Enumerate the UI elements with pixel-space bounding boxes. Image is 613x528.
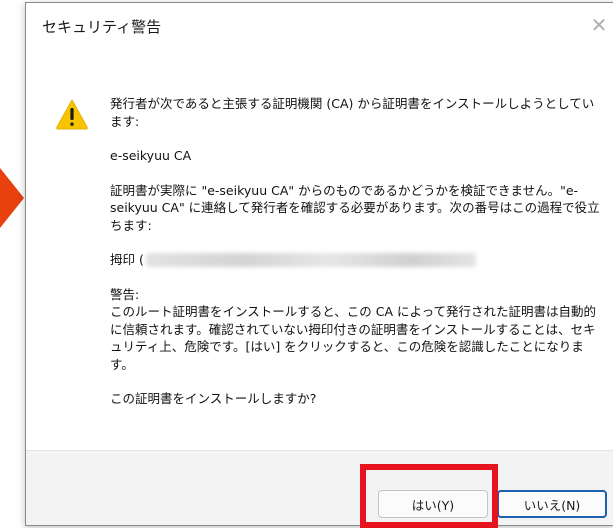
title-bar[interactable]: セキュリティ警告 ✕ (26, 3, 613, 47)
warning-body: このルート証明書をインストールすると、この CA によって発行された証明書は自動… (110, 304, 596, 372)
message-body: 発行者が次であると主張する証明機関 (CA) から証明書をインストールしようとし… (110, 95, 600, 408)
intro-text: 発行者が次であると主張する証明機関 (CA) から証明書をインストールしようとし… (110, 96, 595, 129)
thumbprint-redacted (145, 252, 476, 267)
window-title: セキュリティ警告 (42, 18, 162, 36)
red-arrow-annotation (0, 168, 24, 228)
red-highlight-box (360, 464, 498, 528)
thumbprint-row: 拇印 ( (110, 251, 600, 269)
install-question: この証明書をインストールしますか? (110, 391, 317, 406)
no-button[interactable]: いいえ(N) (497, 490, 607, 518)
issuer-name: e-seikyuu CA (110, 148, 192, 163)
security-warning-dialog: セキュリティ警告 ✕ 発行者が次であると主張する証明機関 (CA) から証明書を… (25, 2, 613, 526)
screenshot-page: セキュリティ警告 ✕ 発行者が次であると主張する証明機関 (CA) から証明書を… (0, 0, 613, 528)
thumbprint-label: 拇印 ( (110, 252, 144, 267)
verify-text: 証明書が実際に "e-seikyuu CA" からのものであるかどうかを検証でき… (110, 182, 600, 233)
close-icon[interactable]: ✕ (584, 3, 613, 47)
warning-heading: 警告: (110, 286, 140, 302)
warning-icon (56, 98, 88, 130)
